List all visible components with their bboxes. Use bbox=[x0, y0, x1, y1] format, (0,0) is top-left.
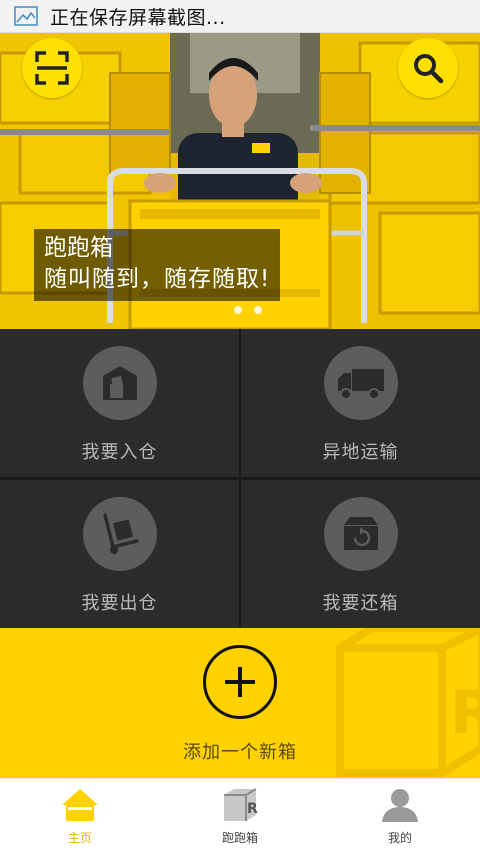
screenshot-icon bbox=[14, 6, 38, 26]
action-label: 我要还箱 bbox=[322, 593, 399, 614]
tab-label: 我的 bbox=[387, 831, 412, 845]
action-grid: 我要入仓 异地运输 我要出仓 我要还箱 bbox=[0, 329, 480, 628]
plus-icon bbox=[225, 667, 255, 697]
warehouse-in-icon bbox=[102, 366, 137, 400]
add-box-button[interactable] bbox=[203, 645, 277, 719]
truck-icon bbox=[337, 369, 384, 400]
return-box-icon bbox=[343, 517, 378, 550]
action-label: 我要入仓 bbox=[81, 442, 158, 463]
tab-label: 跑跑箱 bbox=[221, 831, 258, 845]
tab-profile[interactable]: 我的 bbox=[320, 779, 480, 854]
hand-truck-icon bbox=[102, 513, 139, 554]
add-box-section[interactable]: R 添加一个新箱 bbox=[0, 628, 480, 778]
status-text: 正在保存屏幕截图... bbox=[50, 6, 226, 29]
hero-caption-slogan: 随叫随到，随存随取! bbox=[44, 266, 271, 292]
action-icon-circle bbox=[323, 497, 398, 571]
action-label: 异地运输 bbox=[322, 442, 399, 463]
bottom-tab-bar: 主页 R 跑跑箱 我的 bbox=[0, 778, 480, 854]
search-icon bbox=[414, 54, 444, 84]
carousel-dot[interactable] bbox=[254, 306, 262, 314]
svg-text:R: R bbox=[247, 801, 258, 817]
tab-paopaoxiang[interactable]: R 跑跑箱 bbox=[160, 779, 320, 854]
search-button[interactable] bbox=[398, 38, 458, 98]
carousel-indicator bbox=[234, 306, 262, 314]
tab-label: 主页 bbox=[67, 831, 92, 845]
home-icon bbox=[62, 789, 98, 821]
action-icon-circle bbox=[82, 497, 157, 571]
action-return-box[interactable]: 我要还箱 bbox=[241, 480, 480, 628]
carousel-dot[interactable] bbox=[234, 306, 242, 314]
scan-icon bbox=[35, 51, 69, 85]
scan-button[interactable] bbox=[22, 38, 82, 98]
hero-caption-title: 跑跑箱 bbox=[44, 235, 113, 261]
action-transport[interactable]: 异地运输 bbox=[241, 329, 480, 477]
hero-banner[interactable]: 跑跑箱 随叫随到，随存随取! bbox=[0, 33, 480, 329]
tab-home[interactable]: 主页 bbox=[0, 779, 160, 854]
user-icon bbox=[382, 789, 418, 822]
notification-bar: 正在保存屏幕截图... bbox=[0, 0, 480, 33]
action-warehouse-out[interactable]: 我要出仓 bbox=[0, 480, 239, 628]
box-r-icon: R bbox=[224, 788, 258, 821]
action-warehouse-in[interactable]: 我要入仓 bbox=[0, 329, 239, 477]
hero-caption: 跑跑箱 随叫随到，随存随取! bbox=[34, 229, 281, 301]
action-icon-circle bbox=[323, 346, 398, 420]
action-icon-circle bbox=[82, 346, 157, 420]
action-label: 我要出仓 bbox=[81, 593, 158, 614]
add-box-label: 添加一个新箱 bbox=[183, 742, 297, 763]
